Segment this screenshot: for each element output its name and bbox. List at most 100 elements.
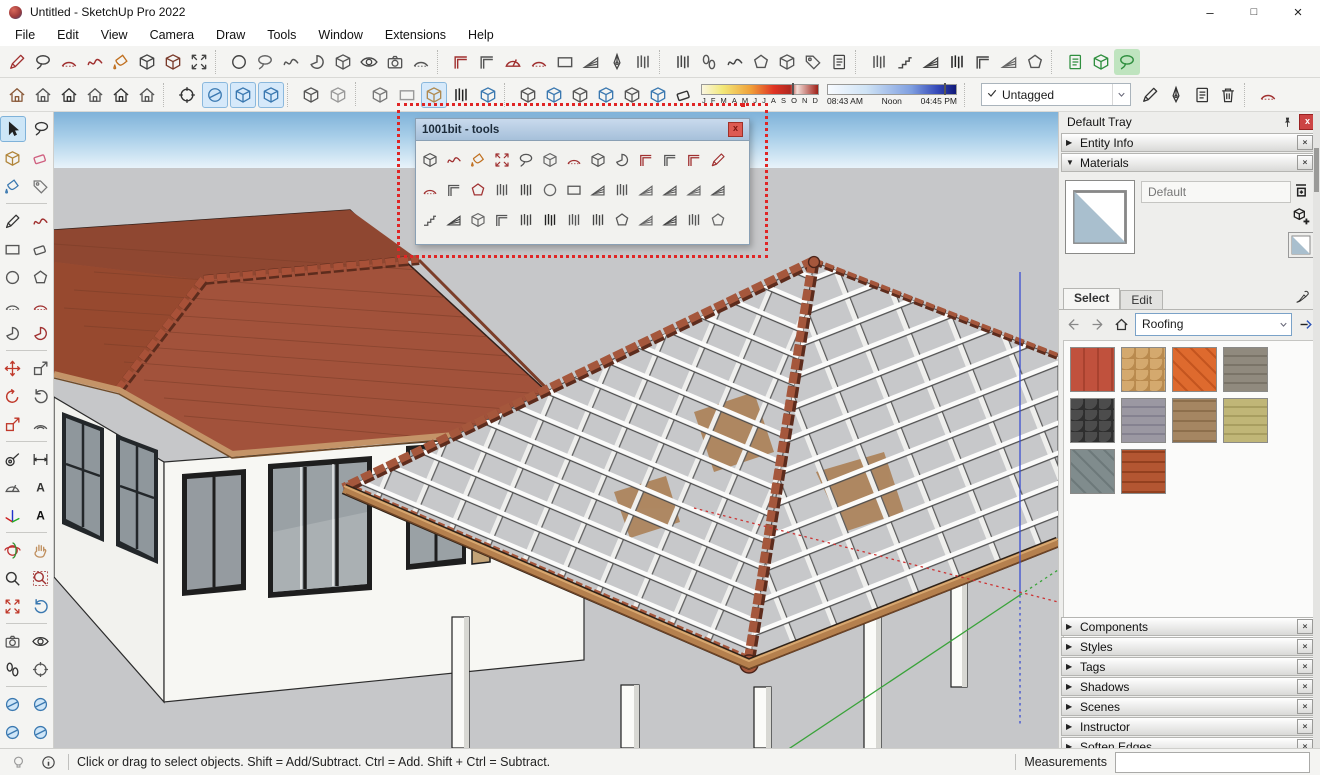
- 1001bit-tool-icon-1[interactable]: [418, 145, 442, 175]
- 1001bit-tool-icon-22[interactable]: [610, 175, 634, 205]
- 1001bit-tool-icon-10[interactable]: [634, 145, 658, 175]
- 1001bit-tool-icon-28[interactable]: [442, 205, 466, 235]
- material-swatch-blue-gray-shingles[interactable]: [1121, 398, 1166, 443]
- select-tool[interactable]: [0, 116, 26, 142]
- 1001bit-tool-icon-15[interactable]: [442, 175, 466, 205]
- menu-draw[interactable]: Draw: [205, 26, 256, 44]
- section-display-tool[interactable]: [29, 720, 53, 744]
- zoom-window-tool[interactable]: [29, 566, 53, 590]
- solid-tool-icon[interactable]: [160, 49, 186, 75]
- panel-close-button[interactable]: ×: [1297, 719, 1313, 734]
- face-tool-icon[interactable]: [552, 49, 578, 75]
- 1001bit-tool-icon-7[interactable]: [562, 145, 586, 175]
- component-blue-icon[interactable]: [593, 82, 619, 108]
- orbit-tool[interactable]: [1, 538, 25, 562]
- section-plane-tool[interactable]: [1, 692, 25, 716]
- zoom-extents-tool[interactable]: [1, 594, 25, 618]
- fog-toggle-icon[interactable]: [230, 82, 256, 108]
- camera-tool-icon[interactable]: [382, 49, 408, 75]
- tag-tool-icon[interactable]: [800, 49, 826, 75]
- look-around-tool[interactable]: [29, 629, 53, 653]
- 1001bit-tool-icon-35[interactable]: [610, 205, 634, 235]
- panel-header-shadows[interactable]: ▶Shadows×: [1061, 677, 1318, 696]
- 1001bit-tool-icon-30[interactable]: [490, 205, 514, 235]
- tab-edit[interactable]: Edit: [1120, 290, 1163, 309]
- material-swatch-brown-wood-shakes[interactable]: [1172, 398, 1217, 443]
- shadow-date-bar[interactable]: [701, 84, 819, 95]
- 1001bit-tool-icon-21[interactable]: [586, 175, 610, 205]
- trash-icon[interactable]: [1215, 82, 1241, 108]
- menu-help[interactable]: Help: [457, 26, 505, 44]
- 1001bit-tool-icon-24[interactable]: [658, 175, 682, 205]
- panel-tool-icon[interactable]: [1022, 49, 1048, 75]
- three-point-arc-tool[interactable]: [1, 321, 25, 345]
- 1001bit-tool-icon-33[interactable]: [562, 205, 586, 235]
- position-camera-tool[interactable]: [1, 629, 25, 653]
- extents-tool-icon[interactable]: [186, 49, 212, 75]
- minimize-button[interactable]: –: [1188, 0, 1232, 24]
- 1001bit-tool-icon-36[interactable]: [634, 205, 658, 235]
- axes-tool[interactable]: [1, 503, 25, 527]
- 1001bit-tool-icon-13[interactable]: [706, 145, 730, 175]
- palette-title-bar[interactable]: 1001bit - tools x: [416, 119, 749, 141]
- arc-tool[interactable]: [1, 293, 25, 317]
- tab-select[interactable]: Select: [1063, 288, 1120, 309]
- fill-tool-icon[interactable]: [108, 49, 134, 75]
- 1001bit-tool-icon-39[interactable]: [706, 205, 730, 235]
- panel-close-button[interactable]: ×: [1297, 619, 1313, 634]
- copy-doc-icon[interactable]: [1189, 82, 1215, 108]
- maximize-button[interactable]: □: [1232, 0, 1276, 24]
- shadow-toggle-icon[interactable]: [202, 82, 228, 108]
- pan-tool[interactable]: [29, 538, 53, 562]
- threed-text-tool[interactable]: [29, 503, 53, 527]
- panel-header-soften-edges[interactable]: ▶Soften Edges×: [1061, 737, 1318, 748]
- frame-tool-icon[interactable]: [448, 49, 474, 75]
- rectangle-tool[interactable]: [1, 237, 25, 261]
- lasso-tool-icon[interactable]: [252, 49, 278, 75]
- xray-toggle-icon[interactable]: [258, 82, 284, 108]
- 1001bit-tool-icon-16[interactable]: [466, 175, 490, 205]
- panel-header-components[interactable]: ▶Components×: [1061, 617, 1318, 636]
- component-edit-icon[interactable]: [567, 82, 593, 108]
- pie-tool[interactable]: [29, 321, 53, 345]
- move-tool[interactable]: [1, 356, 25, 380]
- pie-tool-icon[interactable]: [304, 49, 330, 75]
- view-front-icon[interactable]: [56, 82, 82, 108]
- walk-tool[interactable]: [1, 657, 25, 681]
- frame-tool-icon[interactable]: [474, 49, 500, 75]
- panel-close-button[interactable]: ×: [1297, 739, 1313, 748]
- tags-dropdown[interactable]: Untagged: [981, 83, 1131, 106]
- credits-icon[interactable]: [36, 750, 60, 774]
- solid-tool-icon[interactable]: [134, 49, 160, 75]
- rotate-tool[interactable]: [1, 384, 25, 408]
- 1001bit-tool-icon-34[interactable]: [586, 205, 610, 235]
- 1001bit-tool-icon-31[interactable]: [514, 205, 538, 235]
- style-textured-icon[interactable]: [448, 82, 474, 108]
- create-material-icon[interactable]: [1291, 206, 1311, 226]
- component-blue-icon[interactable]: [541, 82, 567, 108]
- previous-view-tool[interactable]: [29, 594, 53, 618]
- materials-panel-header[interactable]: ▼ Materials ×: [1061, 153, 1318, 172]
- material-swatch-tan-spanish-tile[interactable]: [1121, 347, 1166, 392]
- wall-tool-icon[interactable]: [670, 49, 696, 75]
- 1001bit-tool-icon-37[interactable]: [658, 205, 682, 235]
- 1001bit-tool-icon-5[interactable]: [514, 145, 538, 175]
- in-model-material-swatch[interactable]: [1288, 232, 1314, 258]
- stairs-tool-icon[interactable]: [892, 49, 918, 75]
- panel-header-instructor[interactable]: ▶Instructor×: [1061, 717, 1318, 736]
- 1001bit-tool-icon-8[interactable]: [586, 145, 610, 175]
- section-fill-tool[interactable]: [29, 692, 53, 716]
- panel-close-button[interactable]: ×: [1297, 659, 1313, 674]
- view-right-icon[interactable]: [82, 82, 108, 108]
- scale-tool[interactable]: [1, 412, 25, 436]
- profile-tool-icon[interactable]: [722, 49, 748, 75]
- ramp-tool-icon[interactable]: [918, 49, 944, 75]
- view-iso-icon[interactable]: [4, 82, 30, 108]
- walk-tool-icon[interactable]: [696, 49, 722, 75]
- chevron-down-icon[interactable]: [1112, 84, 1130, 105]
- menu-view[interactable]: View: [90, 26, 139, 44]
- 1001bit-tool-icon-20[interactable]: [562, 175, 586, 205]
- tray-scrollbar[interactable]: [1313, 112, 1320, 748]
- 1001bit-tool-icon-29[interactable]: [466, 205, 490, 235]
- panel-header-tags[interactable]: ▶Tags×: [1061, 657, 1318, 676]
